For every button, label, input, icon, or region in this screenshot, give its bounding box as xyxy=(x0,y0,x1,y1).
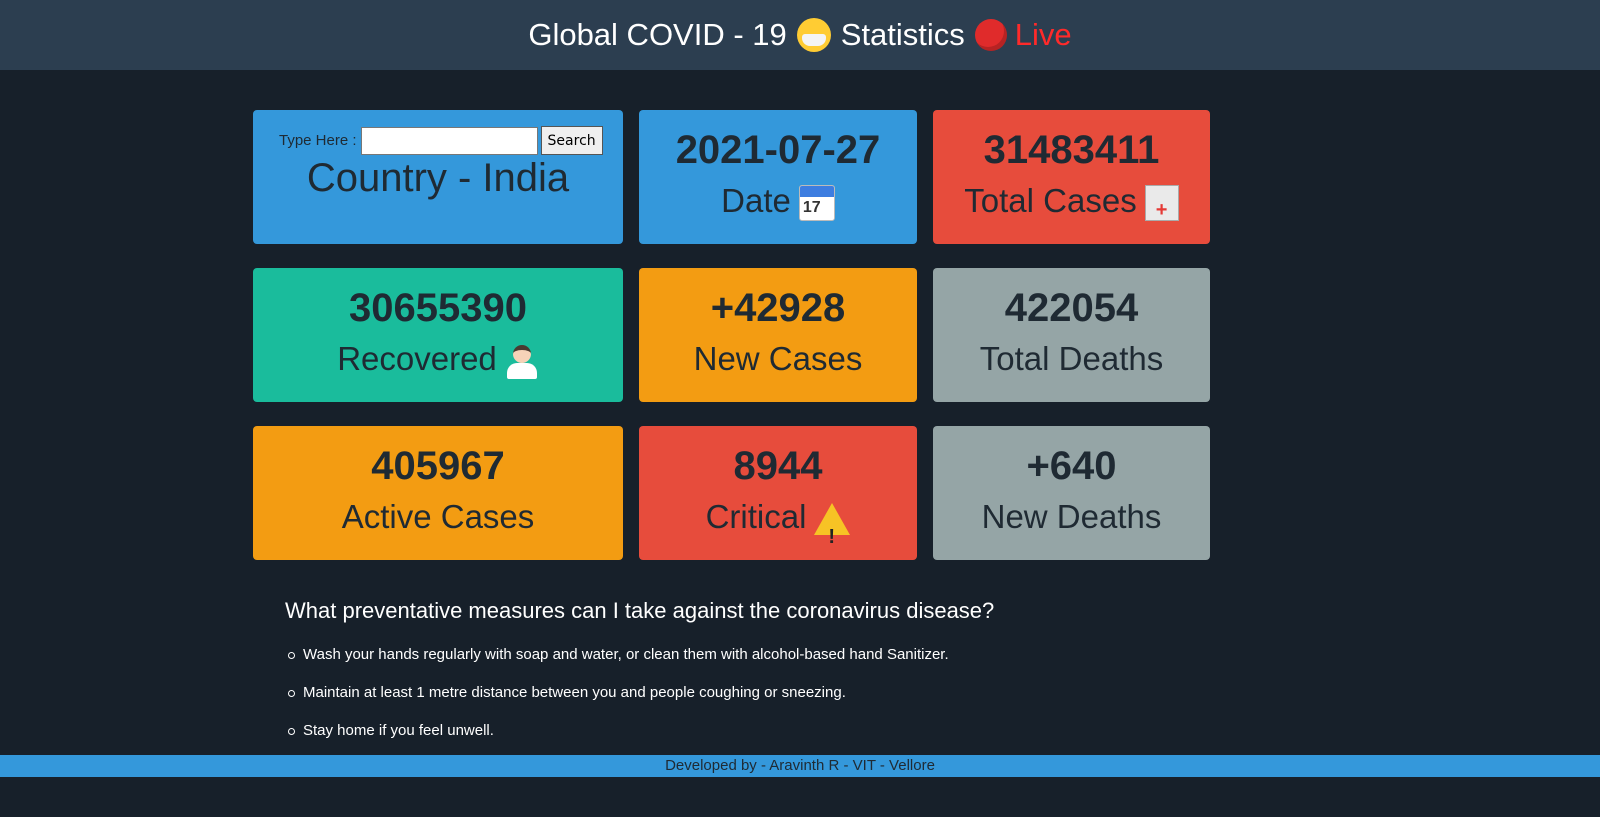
total-deaths-label: Total Deaths xyxy=(979,340,1164,377)
active-cases-value: 405967 xyxy=(371,444,505,488)
prevention-question: What preventative measures can I take ag… xyxy=(285,598,995,623)
search-form: Type Here : Search xyxy=(279,126,603,155)
total-cases-label-row: Total Cases xyxy=(933,175,1210,236)
active-cases-label: Active Cases xyxy=(341,498,535,535)
country-card: Type Here : Search Country - India xyxy=(253,110,623,244)
list-item-text: Wash your hands regularly with soap and … xyxy=(303,646,949,663)
prevention-section: What preventative measures can I take ag… xyxy=(285,598,1285,750)
list-item: Maintain at least 1 metre distance betwe… xyxy=(285,674,1285,712)
list-item: Wash your hands regularly with soap and … xyxy=(285,636,1285,674)
total-cases-label: Total Cases xyxy=(964,182,1137,219)
calendar-icon: 17 xyxy=(798,185,835,222)
active-cases-card: 405967 Active Cases xyxy=(253,426,623,560)
page-title: Global COVID - 19 xyxy=(528,17,787,52)
calendar-icon-day: 17 xyxy=(802,199,821,217)
critical-card: 8944 Critical xyxy=(639,426,917,563)
face-with-medical-mask-icon xyxy=(796,18,831,52)
doctor-icon xyxy=(505,343,539,380)
critical-value: 8944 xyxy=(733,444,823,488)
date-label: Date xyxy=(721,182,791,219)
list-item-text: Maintain at least 1 metre distance betwe… xyxy=(303,684,846,701)
live-label: Live xyxy=(1014,17,1072,52)
date-card: 2021-07-27 Date 17 xyxy=(639,110,917,244)
warning-icon xyxy=(814,503,851,563)
total-cases-card: 31483411 Total Cases xyxy=(933,110,1210,244)
total-deaths-value: 422054 xyxy=(1004,286,1139,330)
country-title: Country - India xyxy=(306,156,570,200)
new-deaths-value: +640 xyxy=(1026,444,1117,488)
hospital-icon xyxy=(1144,184,1179,236)
total-cases-value: 31483411 xyxy=(983,128,1160,172)
prevention-list: Wash your hands regularly with soap and … xyxy=(285,636,1285,750)
search-button[interactable]: Search xyxy=(540,126,603,155)
search-input[interactable] xyxy=(360,126,538,155)
total-deaths-card: 422054 Total Deaths xyxy=(933,268,1210,402)
recovered-label-row: Recovered xyxy=(253,333,623,385)
critical-label: Critical xyxy=(705,498,807,535)
new-cases-label: New Cases xyxy=(693,340,863,377)
page-footer: Developed by - Aravinth R - VIT - Vellor… xyxy=(0,755,1600,777)
red-circle-icon xyxy=(974,19,1007,51)
new-deaths-label: New Deaths xyxy=(981,498,1162,535)
recovered-card: 30655390 Recovered xyxy=(253,268,623,402)
recovered-label: Recovered xyxy=(337,340,497,377)
page-title-suffix: Statistics xyxy=(840,17,965,52)
search-label: Type Here : xyxy=(279,132,357,149)
date-label-row: Date 17 xyxy=(639,175,917,227)
bullet-icon xyxy=(288,651,295,659)
new-cases-card: +42928 New Cases xyxy=(639,268,917,402)
page-header: Global COVID - 19 Statistics Live xyxy=(0,0,1600,70)
bullet-icon xyxy=(288,689,295,697)
bullet-icon xyxy=(288,727,295,735)
new-deaths-card: +640 New Deaths xyxy=(933,426,1210,560)
list-item: Stay home if you feel unwell. xyxy=(285,712,1285,750)
list-item-text: Stay home if you feel unwell. xyxy=(303,722,494,739)
date-value: 2021-07-27 xyxy=(675,128,881,172)
new-cases-value: +42928 xyxy=(710,286,846,330)
footer-text: Developed by - Aravinth R - VIT - Vellor… xyxy=(665,757,935,774)
critical-label-row: Critical xyxy=(639,491,917,563)
recovered-value: 30655390 xyxy=(349,286,527,330)
